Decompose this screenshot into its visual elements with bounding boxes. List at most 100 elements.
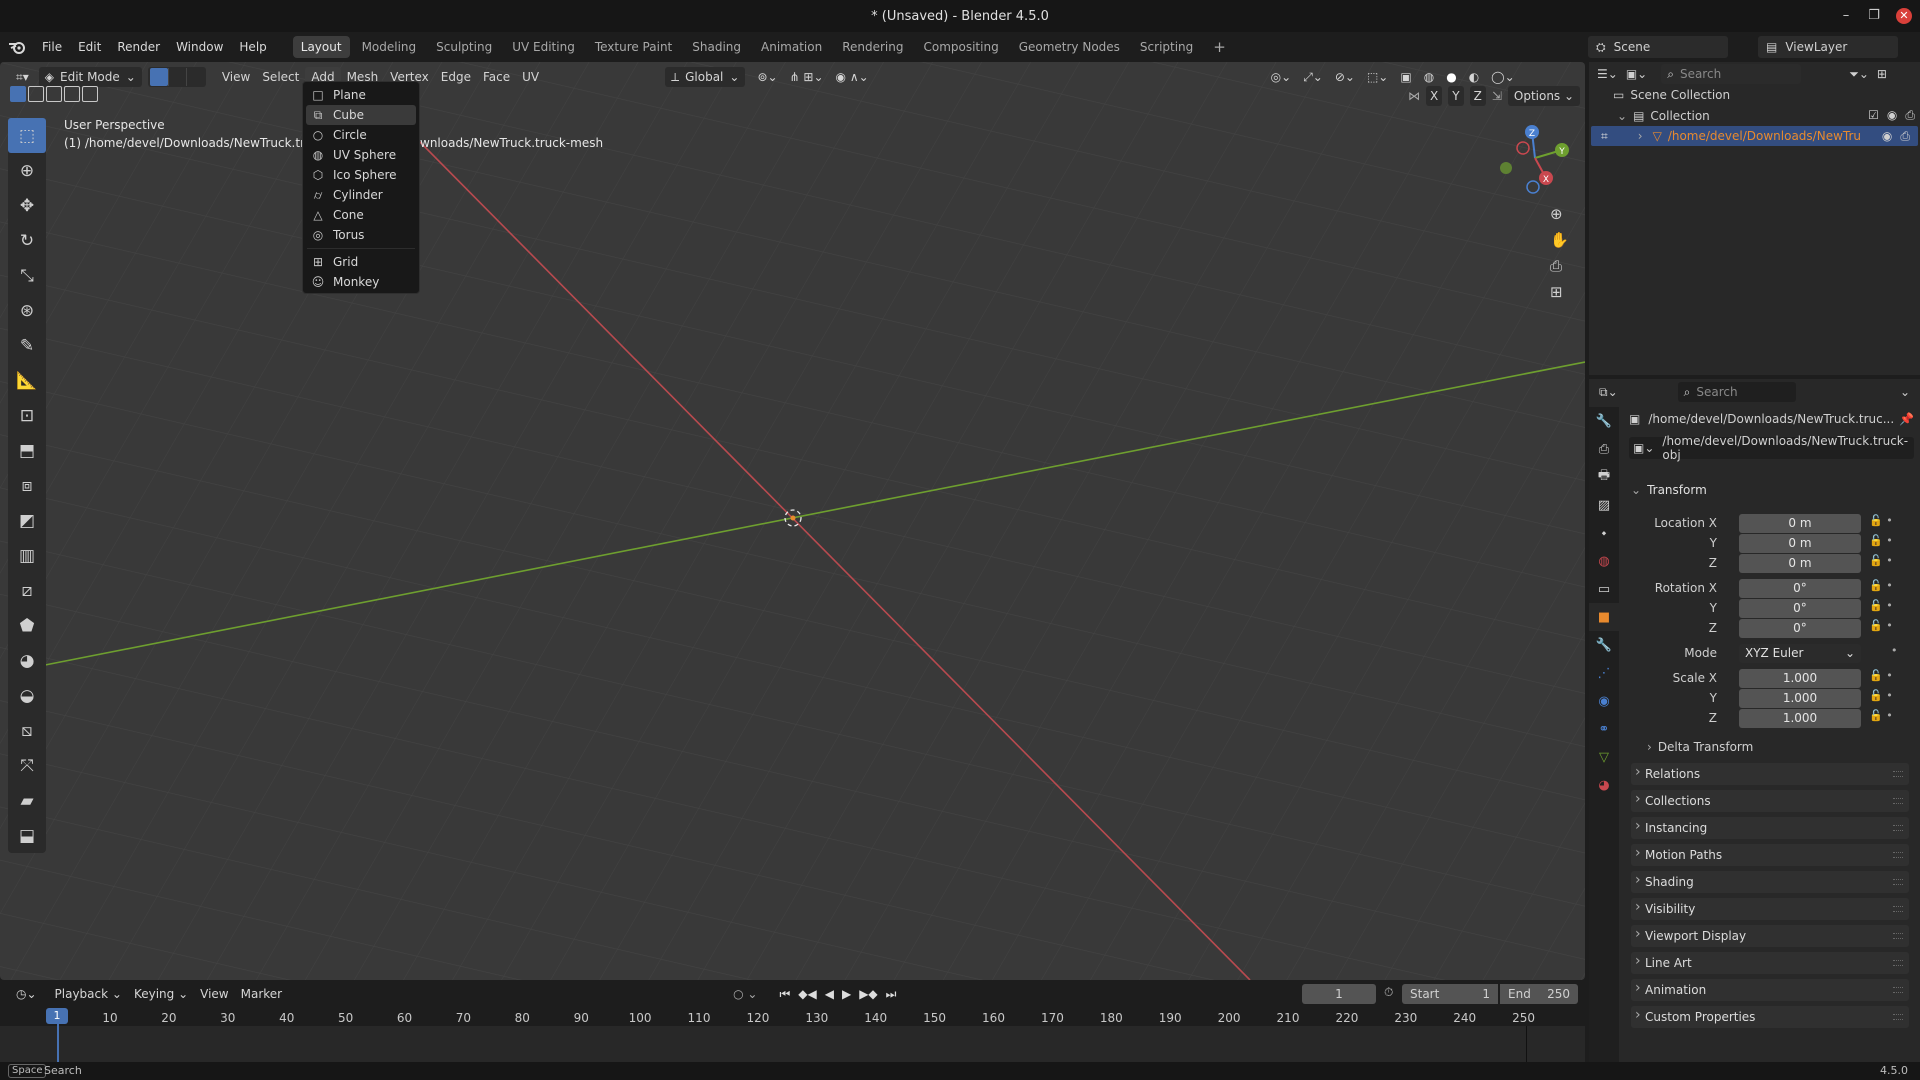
world-tab-icon[interactable]: ◍ xyxy=(1589,547,1619,575)
knife-icon[interactable]: ⧄ xyxy=(8,573,46,608)
exclude-checkbox-icon[interactable]: ☑ xyxy=(1868,108,1879,123)
inset-icon[interactable]: ⧈ xyxy=(8,468,46,503)
smooth-icon[interactable]: ◒ xyxy=(8,678,46,713)
snap-icon[interactable]: ⋔ ⊞⌄ xyxy=(784,67,830,87)
menu-face[interactable]: Face xyxy=(477,67,516,87)
menu-select[interactable]: Select xyxy=(256,67,305,87)
select-extend-icon[interactable] xyxy=(28,86,44,102)
scale-y-field[interactable]: 1.000 xyxy=(1739,689,1861,708)
data-tab-icon[interactable]: ▽ xyxy=(1589,743,1619,771)
panel-custom-properties[interactable]: Custom Properties xyxy=(1631,1006,1909,1028)
overlay-icon[interactable]: ⊘⌄ xyxy=(1329,67,1361,87)
shading-rendered-icon[interactable]: ◯⌄ xyxy=(1485,67,1520,87)
face-select-icon[interactable] xyxy=(185,68,204,86)
render-tab-icon[interactable]: ⎙ xyxy=(1589,435,1619,463)
move-icon[interactable]: ✥ xyxy=(8,188,46,223)
axis-z-toggle[interactable]: Z xyxy=(1469,86,1486,106)
restore-icon[interactable]: ❐ xyxy=(1866,8,1882,24)
add-cone-item[interactable]: △ Cone xyxy=(303,205,419,225)
lock-icon[interactable]: 🔓 • xyxy=(1869,514,1893,527)
topology-mirror-icon[interactable]: ⇲ xyxy=(1492,89,1502,103)
delta-transform-header[interactable]: › Delta Transform xyxy=(1647,740,1753,754)
axis-y-toggle[interactable]: Y xyxy=(1448,86,1464,106)
auto-keying-icon[interactable]: ○ ⌄ xyxy=(733,987,757,1001)
panel-viewport-display[interactable]: Viewport Display xyxy=(1631,925,1909,947)
shading-material-icon[interactable]: ◐ xyxy=(1463,67,1485,87)
perspective-grid-icon[interactable]: ⊞ xyxy=(1550,283,1569,301)
current-frame-field[interactable]: 1 xyxy=(1302,984,1376,1004)
rotation-mode-select[interactable]: XYZ Euler ⌄ xyxy=(1739,644,1861,663)
add-monkey-item[interactable]: ☺ Monkey xyxy=(303,272,419,292)
rip-region-icon[interactable]: ⬓ xyxy=(8,818,46,853)
object-name-field[interactable]: ▣⌄ /home/devel/Downloads/NewTruck.truck-… xyxy=(1629,434,1914,462)
add-circle-item[interactable]: ○ Circle xyxy=(303,125,419,145)
add-torus-item[interactable]: ◎ Torus xyxy=(303,225,419,245)
tab-animation[interactable]: Animation xyxy=(753,36,830,58)
mesh-overlay-icon[interactable]: ⬚⌄ xyxy=(1361,67,1394,87)
end-frame-field[interactable]: End 250 xyxy=(1500,984,1578,1004)
output-tab-icon[interactable]: 🖶 xyxy=(1589,463,1619,491)
prev-keyframe-icon[interactable]: ◆◀ xyxy=(798,987,816,1002)
collection-tab-icon[interactable]: ▭ xyxy=(1589,575,1619,603)
visibility-icon[interactable]: ◎⌄ xyxy=(1265,67,1298,87)
visibility-eye-icon[interactable]: ◉ xyxy=(1882,129,1892,144)
camera-icon[interactable]: ⎙ xyxy=(1550,257,1569,275)
vertex-select-icon[interactable] xyxy=(149,68,168,86)
annotate-icon[interactable]: ✎ xyxy=(8,328,46,363)
stopwatch-icon[interactable]: ⏱ xyxy=(1384,985,1393,1000)
edge-select-icon[interactable] xyxy=(167,68,186,86)
playhead[interactable]: 1 xyxy=(46,1008,68,1024)
outliner-object-row[interactable]: ⌗ › ▽ /home/devel/Downloads/NewTru ◉ ⎙ xyxy=(1591,126,1918,146)
menu-help[interactable]: Help xyxy=(231,36,274,58)
timeline-ruler[interactable]: 10 20 30 40 50 60 70 80 90 100 110 120 130 140 150 160 1… xyxy=(0,1006,1585,1062)
lock-icon[interactable]: 🔓 • xyxy=(1869,554,1893,567)
location-x-field[interactable]: 0 m xyxy=(1739,514,1861,533)
blender-logo-icon[interactable] xyxy=(0,40,34,54)
poly-build-icon[interactable]: ⬟ xyxy=(8,608,46,643)
add-workspace-icon[interactable]: + xyxy=(1205,36,1234,58)
tab-compositing[interactable]: Compositing xyxy=(915,36,1006,58)
scale-z-field[interactable]: 1.000 xyxy=(1739,709,1861,728)
jump-start-icon[interactable]: ⏮ xyxy=(779,987,790,1002)
visibility-eye-icon[interactable]: ◉ xyxy=(1887,108,1897,123)
edge-slide-icon[interactable]: ⧅ xyxy=(8,713,46,748)
jump-end-icon[interactable]: ⏭ xyxy=(886,987,897,1002)
shrink-fatten-icon[interactable]: ⤧ xyxy=(8,748,46,783)
menu-window[interactable]: Window xyxy=(168,36,231,58)
outliner-search-input[interactable]: ⌕ Search xyxy=(1661,64,1802,84)
scene-selector[interactable]: ⛭ Scene xyxy=(1588,36,1728,58)
menu-marker[interactable]: Marker xyxy=(235,984,288,1004)
axis-x-toggle[interactable]: X xyxy=(1426,86,1443,106)
add-cylinder-item[interactable]: ⌭ Cylinder xyxy=(303,185,419,205)
lock-icon[interactable]: 🔓 • xyxy=(1869,689,1893,702)
location-z-field[interactable]: 0 m xyxy=(1739,554,1861,573)
new-collection-icon[interactable]: ⊞ xyxy=(1877,67,1887,81)
rotate-icon[interactable]: ↻ xyxy=(8,223,46,258)
measure-icon[interactable]: 📐 xyxy=(8,363,46,398)
tab-texture-paint[interactable]: Texture Paint xyxy=(587,36,680,58)
outliner-collection[interactable]: ⌄ ▤ Collection ☑ ◉ ⎙ xyxy=(1617,108,1917,123)
zoom-icon[interactable]: ⊕ xyxy=(1550,205,1569,223)
3d-viewport[interactable]: ⌗▾ ◈ Edit Mode ⌄ View Select Add Mesh Ve… xyxy=(0,62,1585,980)
transform-panel-header[interactable]: ⌄ Transform xyxy=(1631,483,1707,497)
tab-geometry-nodes[interactable]: Geometry Nodes xyxy=(1011,36,1128,58)
next-keyframe-icon[interactable]: ▶◆ xyxy=(859,987,877,1002)
properties-search-input[interactable]: ⌕ Search xyxy=(1677,382,1796,402)
tab-scripting[interactable]: Scripting xyxy=(1132,36,1201,58)
panel-line-art[interactable]: Line Art xyxy=(1631,952,1909,974)
menu-edit[interactable]: Edit xyxy=(70,36,109,58)
edit-mode-toggle-icon[interactable]: ⌗ xyxy=(1601,129,1608,144)
rotation-x-field[interactable]: 0° xyxy=(1739,579,1861,598)
timeline-editor-icon[interactable]: ◷⌄ xyxy=(10,984,43,1004)
loop-cut-icon[interactable]: ▥ xyxy=(8,538,46,573)
outliner-scene-collection[interactable]: ▭ Scene Collection xyxy=(1613,88,1730,102)
menu-playback[interactable]: Playback ⌄ xyxy=(49,984,128,1004)
tab-uv-editing[interactable]: UV Editing xyxy=(504,36,583,58)
transform-icon[interactable]: ⊛ xyxy=(8,293,46,328)
pan-hand-icon[interactable]: ✋ xyxy=(1550,231,1569,249)
mode-selector[interactable]: ◈ Edit Mode ⌄ xyxy=(38,67,142,87)
menu-view[interactable]: View xyxy=(216,67,256,87)
render-camera-icon[interactable]: ⎙ xyxy=(1900,129,1910,144)
extrude-icon[interactable]: ⬒ xyxy=(8,433,46,468)
rotation-z-field[interactable]: 0° xyxy=(1739,619,1861,638)
